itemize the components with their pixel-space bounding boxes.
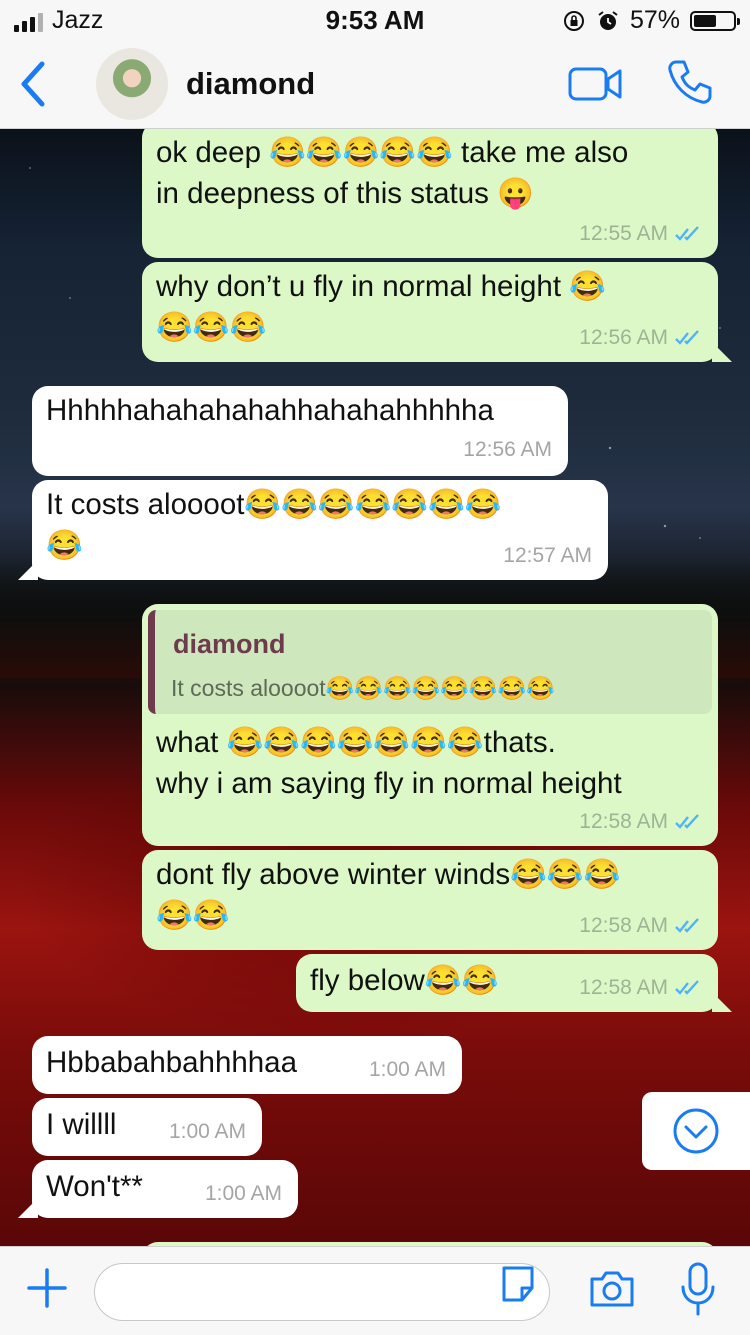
rotation-lock-icon [563, 10, 584, 31]
message-input[interactable] [94, 1263, 550, 1321]
microphone-icon[interactable] [678, 1261, 718, 1317]
message-text: Hhhhhahahahahahhahahahhhhha [46, 394, 494, 427]
double-check-icon [675, 226, 699, 241]
phone-icon[interactable] [666, 58, 714, 106]
message-time: 12:58 AM [579, 914, 668, 937]
message-time: 1:00 AM [168, 1120, 246, 1143]
message-incoming[interactable]: Won't** 1:00 AM [18, 1160, 298, 1218]
message-time: 12:58 AM [579, 976, 668, 999]
message-time: 12:57 AM [503, 544, 592, 567]
sticker-icon[interactable] [498, 1262, 538, 1306]
message-text: 😂😂 [156, 899, 230, 932]
message-text: what 😂😂😂😂😂😂😂thats. [156, 726, 556, 759]
message-incoming[interactable]: Hbbabahbahhhhaa 1:00 AM [32, 1036, 462, 1094]
plus-icon[interactable] [26, 1267, 68, 1309]
message-text: fly below😂😂 [310, 964, 499, 997]
message-outgoing[interactable]: dont fly above winter winds😂😂😂 😂😂 12:58 A… [142, 850, 718, 950]
message-text: 😂😂😂 [156, 311, 267, 344]
message-text: dont fly above winter winds😂😂😂 [156, 858, 621, 891]
chevron-left-icon[interactable] [14, 60, 54, 108]
message-outgoing[interactable]: fly below😂😂 12:58 AM [296, 954, 732, 1012]
message-time: 12:58 AM [579, 810, 668, 833]
message-text: It costs aloooot😂😂😂😂😂😂😂 [46, 488, 502, 521]
battery-icon [690, 10, 740, 31]
message-incoming[interactable]: Hhhhhahahahahahhahahahhhhha 12:56 AM [32, 386, 568, 476]
message-text: why i am saying fly in normal height [156, 767, 622, 800]
message-text: Won't** [46, 1170, 143, 1203]
message-time: 12:56 AM [579, 326, 668, 349]
double-check-icon [675, 980, 699, 995]
video-camera-icon[interactable] [568, 66, 622, 102]
quoted-message[interactable]: diamond It costs aloooot😂😂😂😂😂😂😂😂 [148, 610, 712, 714]
composer-bar [0, 1246, 750, 1335]
message-text: Hbbabahbahhhhaa [46, 1046, 297, 1079]
message-text: I willll [46, 1108, 117, 1141]
message-incoming[interactable]: I willll 1:00 AM [32, 1098, 262, 1156]
chevron-down-circle-icon [673, 1108, 719, 1154]
message-incoming[interactable]: It costs aloooot😂😂😂😂😂😂😂 😂 12:57 AM [18, 480, 608, 580]
quoted-sender: diamond [173, 629, 286, 659]
message-outgoing[interactable]: ok deep 😂😂😂😂😂 take me also in deepness of… [142, 128, 718, 258]
message-time: 12:55 AM [579, 222, 668, 245]
double-check-icon [675, 330, 699, 345]
message-text: why don’t u fly in normal height 😂 [156, 270, 606, 303]
status-bar: Jazz 9:53 AM 57% [0, 0, 750, 40]
scroll-to-bottom-button[interactable] [642, 1092, 750, 1170]
message-text: ok deep 😂😂😂😂😂 take me also [156, 136, 629, 169]
message-time: 12:56 AM [463, 438, 552, 461]
message-text: 😂 [46, 529, 83, 562]
message-time: 1:00 AM [204, 1182, 282, 1205]
quoted-text: It costs aloooot😂😂😂😂😂😂😂😂 [171, 675, 555, 701]
message-text: in deepness of this status 😛 [156, 177, 534, 210]
message-outgoing[interactable]: why don’t u fly in normal height 😂 😂😂😂 12… [142, 262, 732, 362]
message-time: 1:00 AM [368, 1058, 446, 1081]
battery-percent: 57% [629, 6, 680, 34]
chat-background: ok deep 😂😂😂😂😂 take me also in deepness of… [0, 128, 750, 1246]
message-outgoing-reply[interactable]: diamond It costs aloooot😂😂😂😂😂😂😂😂 what 😂😂… [142, 604, 718, 846]
camera-icon[interactable] [588, 1267, 636, 1309]
chat-header: diamond [0, 40, 750, 129]
double-check-icon [675, 918, 699, 933]
alarm-icon [598, 10, 618, 30]
contact-name[interactable]: diamond [186, 66, 315, 102]
double-check-icon [675, 814, 699, 829]
avatar[interactable] [96, 48, 168, 120]
